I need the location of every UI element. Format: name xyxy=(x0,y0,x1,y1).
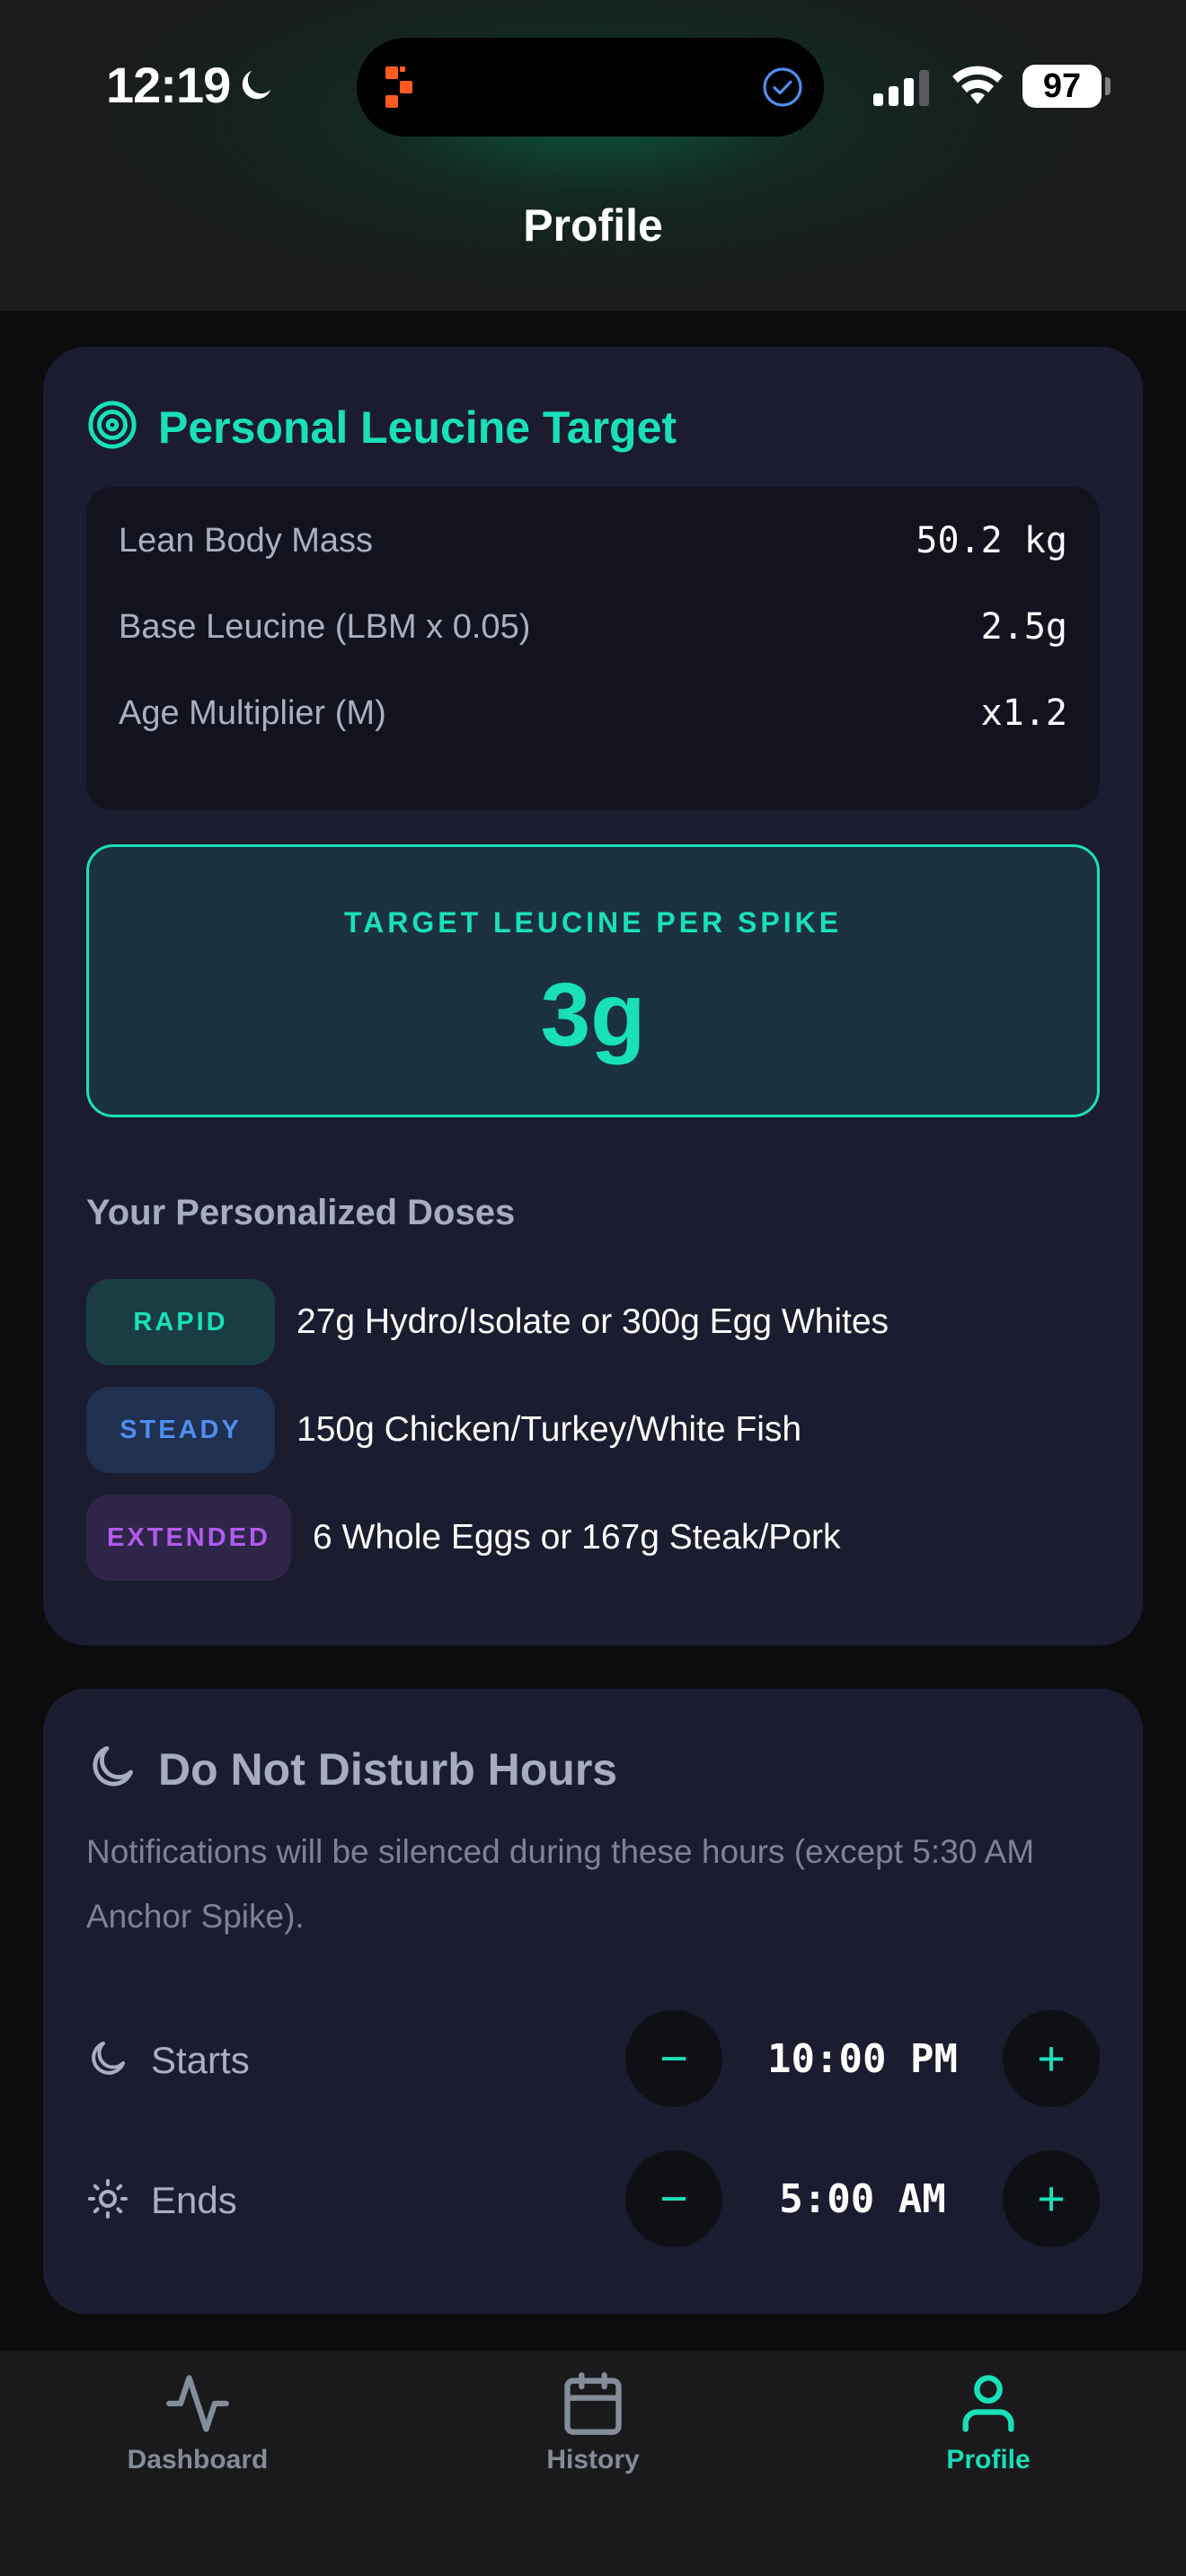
ends-stepper: − 5:00 AM + xyxy=(625,2150,1100,2251)
dnd-card-header: Do Not Disturb Hours xyxy=(86,1741,617,1797)
activity-icon xyxy=(63,2369,332,2438)
dose-row-extended: EXTENDED 6 Whole Eggs or 167g Steak/Pork xyxy=(86,1495,841,1581)
stat-value: x1.2 xyxy=(980,693,1067,734)
dose-text: 27g Hydro/Isolate or 300g Egg Whites xyxy=(296,1302,890,1341)
dynamic-island xyxy=(357,38,824,137)
dose-row-steady: STEADY 150g Chicken/Turkey/White Fish xyxy=(86,1387,801,1473)
user-icon xyxy=(854,2369,1123,2438)
battery-level: 97 xyxy=(1022,65,1102,108)
header: 12:19 97 Profile xyxy=(0,0,1186,311)
check-circle-icon xyxy=(761,66,804,113)
starts-label: Starts xyxy=(151,2039,250,2081)
wifi-icon xyxy=(951,65,1005,110)
target-leucine-box: TARGET LEUCINE PER SPIKE 3g xyxy=(86,844,1100,1117)
starts-time-value: 10:00 PM xyxy=(767,2035,958,2082)
moon-icon xyxy=(86,1741,138,1797)
tab-dashboard[interactable]: Dashboard xyxy=(63,2369,332,2475)
stat-label: Age Multiplier (M) xyxy=(119,693,386,732)
starts-decrement-button[interactable]: − xyxy=(625,2010,722,2107)
ends-time-value: 5:00 AM xyxy=(779,2175,946,2222)
battery-tip xyxy=(1105,77,1111,95)
tab-label: Dashboard xyxy=(127,2445,269,2475)
stat-value: 50.2 kg xyxy=(916,520,1067,561)
target-leucine-label: TARGET LEUCINE PER SPIKE xyxy=(343,906,843,939)
tab-bar: Dashboard History Profile xyxy=(0,2351,1186,2576)
app-activity-icon xyxy=(384,65,425,114)
dose-badge-rapid: RAPID xyxy=(86,1279,275,1365)
ends-decrement-button[interactable]: − xyxy=(625,2150,722,2247)
page-title: Profile xyxy=(523,200,663,251)
doses-heading: Your Personalized Doses xyxy=(86,1193,516,1232)
stat-row-lean-body-mass: Lean Body Mass 50.2 kg xyxy=(119,514,1067,568)
stat-label: Base Leucine (LBM x 0.05) xyxy=(119,607,531,646)
sun-icon xyxy=(86,2177,129,2225)
focus-moon-icon xyxy=(235,65,277,110)
dose-badge-extended: EXTENDED xyxy=(86,1495,291,1581)
cellular-signal-icon xyxy=(872,70,933,110)
dose-text: 150g Chicken/Turkey/White Fish xyxy=(296,1410,802,1449)
stat-value: 2.5g xyxy=(980,606,1067,648)
dnd-card-title: Do Not Disturb Hours xyxy=(158,1743,618,1795)
stats-box: Lean Body Mass 50.2 kg Base Leucine (LBM… xyxy=(86,487,1100,810)
calendar-icon xyxy=(458,2369,728,2438)
leucine-target-card: Personal Leucine Target Lean Body Mass 5… xyxy=(43,347,1143,1645)
leucine-card-title: Personal Leucine Target xyxy=(158,401,677,453)
leucine-card-header: Personal Leucine Target xyxy=(86,399,677,455)
moon-icon xyxy=(86,2037,129,2085)
target-icon xyxy=(86,399,138,455)
stat-label: Lean Body Mass xyxy=(119,521,374,560)
tab-history[interactable]: History xyxy=(458,2369,728,2475)
tab-label: History xyxy=(546,2445,640,2475)
tab-label: Profile xyxy=(946,2445,1031,2475)
dose-badge-steady: STEADY xyxy=(86,1387,275,1473)
starts-increment-button[interactable]: + xyxy=(1003,2010,1100,2107)
status-time: 12:19 xyxy=(106,57,231,113)
ends-label: Ends xyxy=(151,2179,237,2221)
dnd-starts-row: Starts − 10:00 PM + xyxy=(86,2010,1100,2111)
dnd-description: Notifications will be silenced during th… xyxy=(86,1833,1035,1935)
target-leucine-value: 3g xyxy=(540,965,646,1065)
dose-text: 6 Whole Eggs or 167g Steak/Pork xyxy=(313,1518,841,1557)
tab-profile[interactable]: Profile xyxy=(854,2369,1123,2475)
dnd-ends-row: Ends − 5:00 AM + xyxy=(86,2150,1100,2251)
starts-stepper: − 10:00 PM + xyxy=(625,2010,1100,2111)
stat-row-age-multiplier: Age Multiplier (M) x1.2 xyxy=(119,686,1067,740)
dose-row-rapid: RAPID 27g Hydro/Isolate or 300g Egg Whit… xyxy=(86,1279,889,1365)
ends-increment-button[interactable]: + xyxy=(1003,2150,1100,2247)
do-not-disturb-card: Do Not Disturb Hours Notifications will … xyxy=(43,1689,1143,2314)
stat-row-base-leucine: Base Leucine (LBM x 0.05) 2.5g xyxy=(119,600,1067,654)
